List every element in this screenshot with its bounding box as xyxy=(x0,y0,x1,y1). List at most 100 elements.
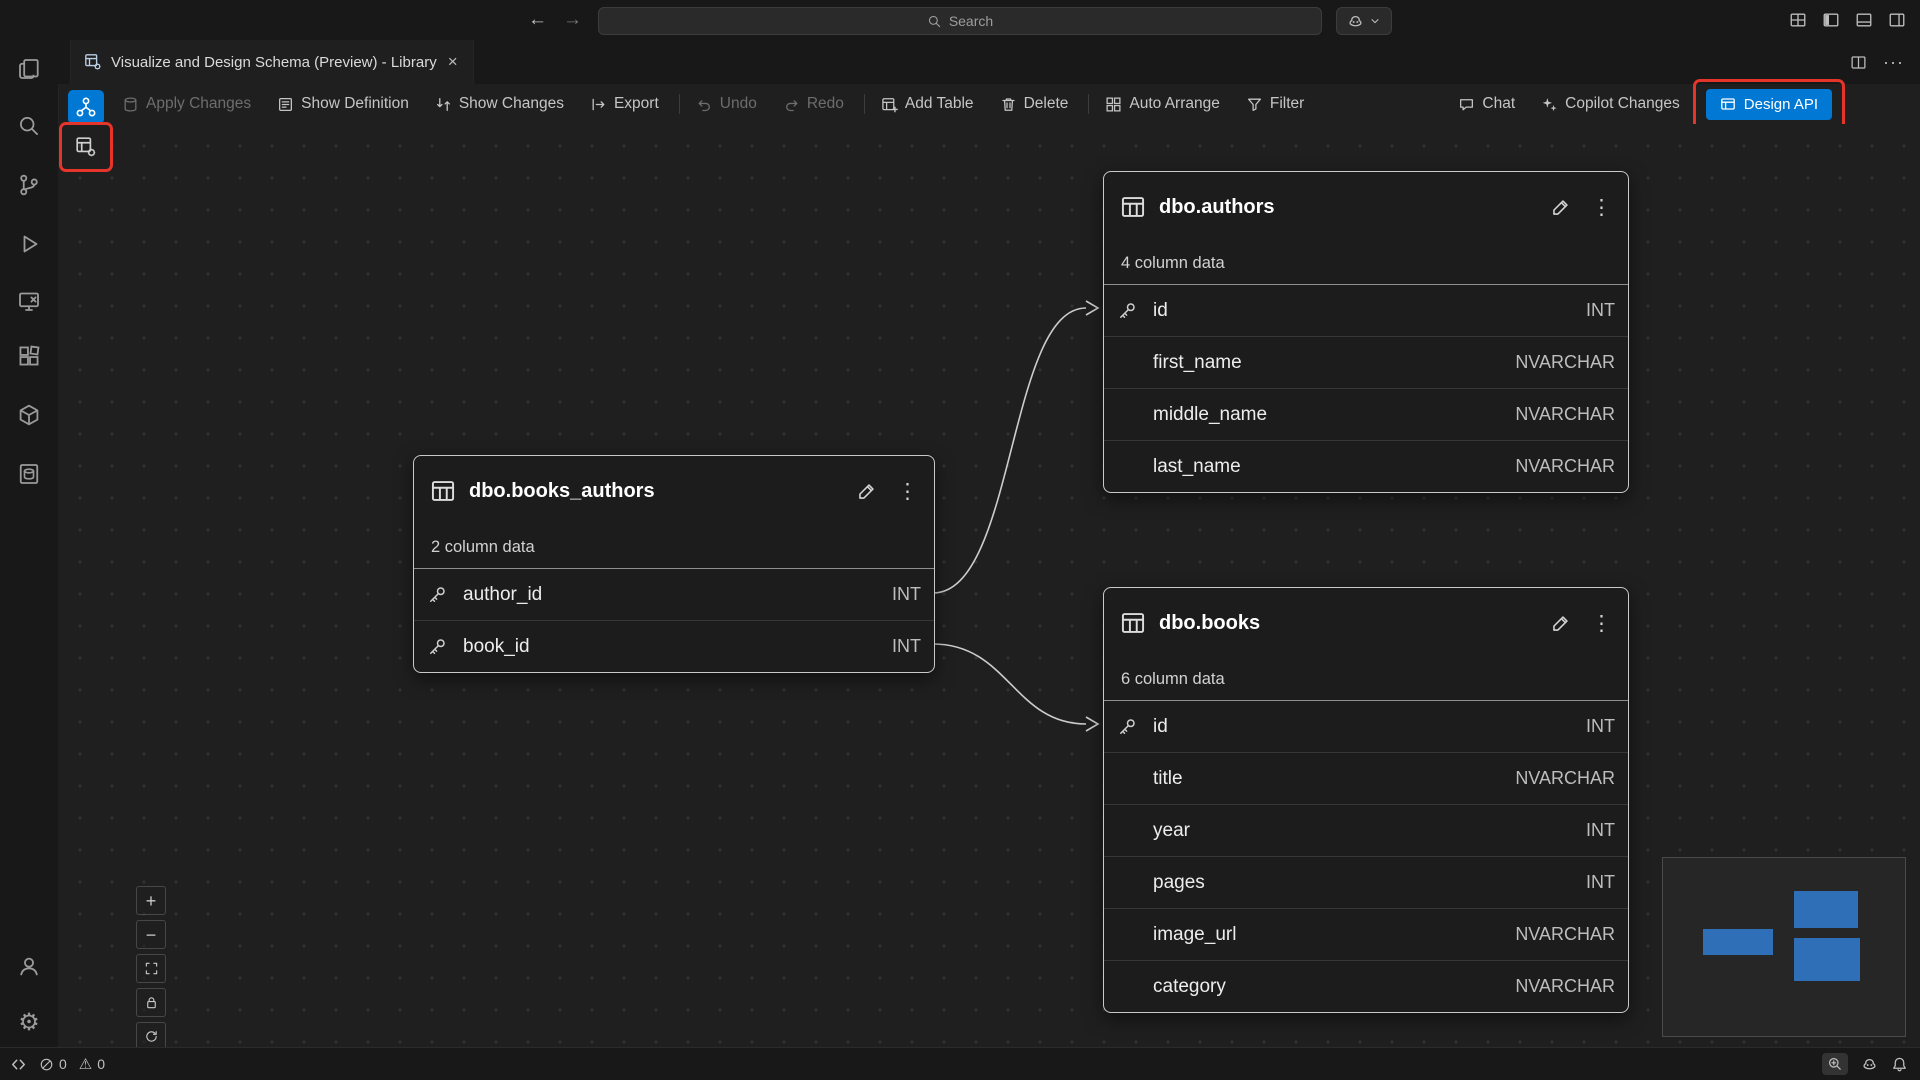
toggle-sidebar-left-icon[interactable] xyxy=(1822,11,1840,29)
notifications-button[interactable] xyxy=(1891,1056,1908,1073)
table-row[interactable]: category NVARCHAR xyxy=(1104,960,1628,1012)
table-row[interactable]: book_id INT xyxy=(414,620,934,672)
back-arrow-icon[interactable]: ← xyxy=(528,9,547,31)
sidebar-item-database[interactable] xyxy=(12,398,46,432)
copilot-changes-button[interactable]: Copilot Changes xyxy=(1541,95,1680,113)
minimap[interactable] xyxy=(1662,857,1906,1037)
extensions-icon xyxy=(17,344,41,368)
chevron-down-icon xyxy=(1369,15,1381,27)
column-count-label: 2 column data xyxy=(414,526,934,569)
show-changes-button[interactable]: Show Changes xyxy=(435,95,564,113)
table-row[interactable]: last_name NVARCHAR xyxy=(1104,440,1628,492)
problems-errors[interactable]: 0 xyxy=(39,1056,67,1072)
copilot-status-button[interactable] xyxy=(1861,1056,1878,1073)
sidebar-item-run-debug[interactable] xyxy=(12,227,46,261)
toggle-panel-icon[interactable] xyxy=(1855,11,1873,29)
table-menu-icon[interactable]: ⋮ xyxy=(1591,197,1612,218)
account-button[interactable] xyxy=(12,949,46,983)
table-node-books[interactable]: dbo.books ⋮ 6 column data id INT title N… xyxy=(1103,587,1629,1013)
close-icon[interactable]: × xyxy=(446,52,460,72)
table-node-books-authors[interactable]: dbo.books_authors ⋮ 2 column data author… xyxy=(413,455,935,673)
copilot-icon xyxy=(1347,13,1364,30)
remote-indicator-icon xyxy=(10,1056,27,1073)
table-row[interactable]: year INT xyxy=(1104,804,1628,856)
zoom-in-button[interactable]: + xyxy=(136,886,166,915)
settings-button[interactable]: ⚙ xyxy=(12,1006,46,1040)
account-icon xyxy=(17,954,41,978)
delete-button[interactable]: Delete xyxy=(1000,95,1069,113)
show-changes-icon xyxy=(435,96,452,113)
sidebar-item-database-projects[interactable] xyxy=(12,457,46,491)
undo-button[interactable]: Undo xyxy=(696,95,757,113)
chat-icon xyxy=(1458,96,1475,113)
chat-button[interactable]: Chat xyxy=(1458,95,1515,113)
remote-explorer-icon xyxy=(17,289,41,313)
table-row[interactable]: middle_name NVARCHAR xyxy=(1104,388,1628,440)
zoom-out-button[interactable]: − xyxy=(136,920,166,949)
edit-table-icon[interactable] xyxy=(1550,613,1571,634)
problems-warnings[interactable]: ⚠ 0 xyxy=(79,1056,105,1072)
schema-canvas[interactable]: dbo.books_authors ⋮ 2 column data author… xyxy=(58,124,1920,1048)
error-icon xyxy=(39,1057,54,1072)
redo-button[interactable]: Redo xyxy=(783,95,844,113)
fit-view-button[interactable] xyxy=(136,954,166,983)
table-row[interactable]: author_id INT xyxy=(414,569,934,620)
table-icon xyxy=(1120,194,1146,220)
remote-indicator-button[interactable] xyxy=(10,1056,27,1073)
sidebar-item-extensions[interactable] xyxy=(12,339,46,373)
sidebar-item-remote-explorer[interactable] xyxy=(12,284,46,318)
design-api-button[interactable]: Design API xyxy=(1706,89,1832,120)
zoom-status-button[interactable] xyxy=(1822,1053,1848,1075)
edit-table-icon[interactable] xyxy=(1550,197,1571,218)
warning-icon: ⚠ xyxy=(79,1057,92,1072)
titlebar: ← → Search xyxy=(0,0,1920,40)
table-row[interactable]: title NVARCHAR xyxy=(1104,752,1628,804)
export-button[interactable]: Export xyxy=(590,95,659,113)
apply-changes-button[interactable]: Apply Changes xyxy=(122,95,251,113)
table-name: dbo.authors xyxy=(1159,196,1537,219)
sidebar-item-search[interactable] xyxy=(12,109,46,143)
arrowhead-icon xyxy=(1086,717,1098,731)
table-row[interactable]: id INT xyxy=(1104,701,1628,752)
table-header: dbo.books_authors ⋮ xyxy=(414,456,934,526)
table-settings-view-button[interactable] xyxy=(68,130,104,164)
more-actions-icon[interactable]: ··· xyxy=(1883,53,1904,71)
edit-table-icon[interactable] xyxy=(856,481,877,502)
minimap-node-books xyxy=(1794,938,1860,981)
split-editor-icon[interactable] xyxy=(1850,54,1867,71)
search-icon xyxy=(17,114,41,138)
redo-icon xyxy=(783,96,800,113)
copilot-menu-button[interactable] xyxy=(1336,7,1392,35)
schema-designer-view-button[interactable] xyxy=(68,90,104,124)
sidebar-item-explorer[interactable] xyxy=(12,52,46,86)
zoom-controls: + − xyxy=(136,886,166,1051)
add-table-button[interactable]: Add Table xyxy=(881,95,974,113)
activity-bar: ⚙ xyxy=(0,40,59,1048)
customize-layout-icon[interactable] xyxy=(1789,11,1807,29)
lock-button[interactable] xyxy=(136,988,166,1017)
table-menu-icon[interactable]: ⋮ xyxy=(897,481,918,502)
apply-changes-icon xyxy=(122,96,139,113)
forward-arrow-icon[interactable]: → xyxy=(563,9,582,31)
table-row[interactable]: id INT xyxy=(1104,285,1628,336)
add-table-icon xyxy=(881,96,898,113)
table-icon xyxy=(430,478,456,504)
relationship-edges xyxy=(58,124,1920,1048)
auto-arrange-button[interactable]: Auto Arrange xyxy=(1105,95,1219,113)
filter-button[interactable]: Filter xyxy=(1246,95,1304,113)
sidebar-item-source-control[interactable] xyxy=(12,168,46,202)
table-row[interactable]: image_url NVARCHAR xyxy=(1104,908,1628,960)
schema-diagram-icon xyxy=(75,96,97,118)
table-node-authors[interactable]: dbo.authors ⋮ 4 column data id INT first… xyxy=(1103,171,1629,493)
export-icon xyxy=(590,96,607,113)
minimap-node-authors xyxy=(1794,891,1858,928)
table-menu-icon[interactable]: ⋮ xyxy=(1591,613,1612,634)
tab-visualize-design-schema[interactable]: Visualize and Design Schema (Preview) - … xyxy=(70,40,474,84)
table-row[interactable]: pages INT xyxy=(1104,856,1628,908)
toggle-sidebar-right-icon[interactable] xyxy=(1888,11,1906,29)
vscode-window: ← → Search ⚙ Visu xyxy=(0,0,1920,1080)
status-bar: 0 ⚠ 0 xyxy=(0,1047,1920,1080)
table-row[interactable]: first_name NVARCHAR xyxy=(1104,336,1628,388)
command-center-search[interactable]: Search xyxy=(598,7,1322,35)
show-definition-button[interactable]: Show Definition xyxy=(277,95,409,113)
